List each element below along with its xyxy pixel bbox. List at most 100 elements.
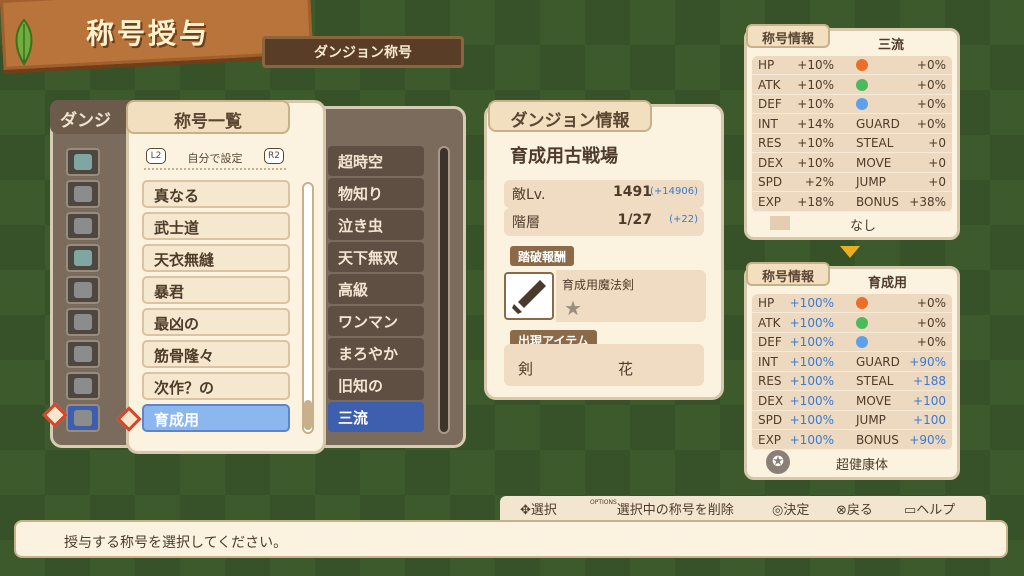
dungeon-title-row[interactable]: 旧知の xyxy=(328,370,424,400)
stat-label: MOVE xyxy=(856,393,892,408)
stat-row: EXP +100% BONUS +90% xyxy=(752,431,952,450)
stat-row: ATK +100% +0% xyxy=(752,314,952,333)
title-list-scrollbar[interactable] xyxy=(302,182,314,434)
confirm-control[interactable]: ◎決定 xyxy=(772,499,809,518)
stat-label: BONUS xyxy=(856,194,899,209)
dungeon-thumb xyxy=(66,308,100,336)
title-list-item[interactable]: 武士道 xyxy=(142,212,290,240)
ice-icon xyxy=(856,98,868,110)
l2-button-icon[interactable]: L2 xyxy=(146,148,166,164)
stat-label: DEF xyxy=(758,97,782,111)
stats-current-skill: なし xyxy=(850,219,877,234)
dungeon-title-row[interactable]: 物知り xyxy=(328,178,424,208)
stat-label: BONUS xyxy=(856,432,899,447)
sword-icon xyxy=(504,272,554,320)
stats-new-title: 育成用 xyxy=(868,276,908,291)
ice-icon xyxy=(856,336,868,348)
stat-value: +100 xyxy=(913,393,946,408)
title-list-scroll-thumb[interactable] xyxy=(304,400,312,430)
dungeon-thumb xyxy=(66,244,100,272)
stat-value: +188 xyxy=(913,374,946,388)
title-list-item[interactable]: 最凶の xyxy=(142,308,290,336)
stat-label: INT xyxy=(758,354,778,369)
stat-row: DEF +100% +0% xyxy=(752,333,952,352)
dungeon-title-row[interactable]: 泣き虫 xyxy=(328,210,424,240)
help-control[interactable]: ▭ヘルプ xyxy=(904,499,955,518)
title-list-item[interactable]: 次作？の xyxy=(142,372,290,400)
dungeon-title-row-selected[interactable]: 三流 xyxy=(328,402,424,432)
back-control[interactable]: ⊗戻る xyxy=(836,499,873,518)
stat-value: +100% xyxy=(789,315,834,330)
stat-value: +0% xyxy=(916,77,946,92)
dungeon-thumb xyxy=(66,340,100,368)
skill-empty-icon xyxy=(770,216,790,230)
stats-new-grid: HP +100% +0% ATK +100% +0% DEF +100% +0% INT +100%… xyxy=(752,294,952,450)
title-list-item[interactable]: 真なる xyxy=(142,180,290,208)
dungeon-name: 育成用古戦場 xyxy=(510,146,618,167)
stat-row: DEX +100% MOVE +100 xyxy=(752,392,952,411)
dungeon-thumb xyxy=(66,180,100,208)
title-list-item[interactable]: 天衣無縫 xyxy=(142,244,290,272)
stat-value: +90% xyxy=(909,432,946,447)
wind-icon xyxy=(856,78,868,91)
dungeon-title-row[interactable]: 高級 xyxy=(328,274,424,304)
controls-bar: ✥選択 OPTIONS選択中の称号を削除 ◎決定 ⊗戻る ▭ヘルプ xyxy=(500,496,986,520)
item-name: 剣 xyxy=(518,360,534,378)
stat-value: +10% xyxy=(797,155,834,170)
stat-value: +0% xyxy=(916,97,946,111)
page-title: 称号授与 xyxy=(86,17,211,50)
skill-star-icon: ✪ xyxy=(766,450,790,474)
stat-value: +100% xyxy=(789,393,834,408)
enemy-level-row: 敵Lv. 1491 (+14906) xyxy=(504,180,704,208)
title-list-item[interactable]: 暴君 xyxy=(142,276,290,304)
title-list-item[interactable]: 筋骨隆々 xyxy=(142,340,290,368)
stat-value: +10% xyxy=(797,97,834,111)
stat-label: MOVE xyxy=(856,155,892,170)
stat-value: +2% xyxy=(804,175,834,189)
select-control[interactable]: ✥選択 xyxy=(520,499,557,518)
options-button-icon: OPTIONS xyxy=(590,499,617,506)
stat-row: DEF +10% +0% xyxy=(752,95,952,114)
stat-value: +10% xyxy=(797,136,834,150)
dungeon-list-scrollbar[interactable] xyxy=(438,146,450,434)
dungeon-info-header: ダンジョン情報 xyxy=(488,100,652,132)
dungeon-title-row[interactable]: ワンマン xyxy=(328,306,424,336)
stat-value: +18% xyxy=(797,194,834,209)
r2-button-icon[interactable]: R2 xyxy=(264,148,284,164)
stat-value: +100 xyxy=(913,413,946,427)
stat-value: +90% xyxy=(909,354,946,369)
stat-row: SPD +2% JUMP +0 xyxy=(752,173,952,192)
stat-label: RES xyxy=(758,136,782,150)
stat-value: +100% xyxy=(789,413,834,427)
wind-icon xyxy=(856,316,868,329)
items-box xyxy=(504,344,704,386)
dungeon-title-row[interactable]: 超時空 xyxy=(328,146,424,176)
mode-label: 自分で設定 xyxy=(187,152,243,165)
stat-row: DEX +10% MOVE +0 xyxy=(752,154,952,173)
dungeon-thumb xyxy=(66,212,100,240)
reward-tag: 踏破報酬 xyxy=(510,246,575,266)
stat-label: HP xyxy=(758,296,775,310)
dungeon-title-row[interactable]: 天下無双 xyxy=(328,242,424,272)
mode-selector[interactable]: L2 自分で設定 R2 xyxy=(144,146,286,170)
stat-label: SPD xyxy=(758,413,783,427)
fire-icon xyxy=(856,297,868,309)
dungeon-thumb xyxy=(66,372,100,400)
delete-control[interactable]: OPTIONS選択中の称号を削除 xyxy=(590,499,734,518)
title-list-item-selected[interactable]: 育成用 xyxy=(142,404,290,432)
stat-label: JUMP xyxy=(856,175,886,189)
leaf-icon xyxy=(10,18,38,66)
stat-value: +0 xyxy=(928,155,946,170)
stat-label: EXP xyxy=(758,432,782,447)
stat-label: GUARD xyxy=(856,116,900,131)
stat-value: +0% xyxy=(916,116,946,131)
stat-value: +14% xyxy=(797,116,834,131)
stat-value: +10% xyxy=(797,77,834,92)
dungeon-thumb xyxy=(66,276,100,304)
floor-row: 階層 1/27 (+22) xyxy=(504,208,704,236)
dungeon-title-row[interactable]: まろやか xyxy=(328,338,424,368)
dungeon-thumb xyxy=(66,148,100,176)
stat-row: EXP +18% BONUS +38% xyxy=(752,193,952,212)
star-icon: ★ xyxy=(564,296,582,320)
stat-value: +100% xyxy=(789,354,834,369)
